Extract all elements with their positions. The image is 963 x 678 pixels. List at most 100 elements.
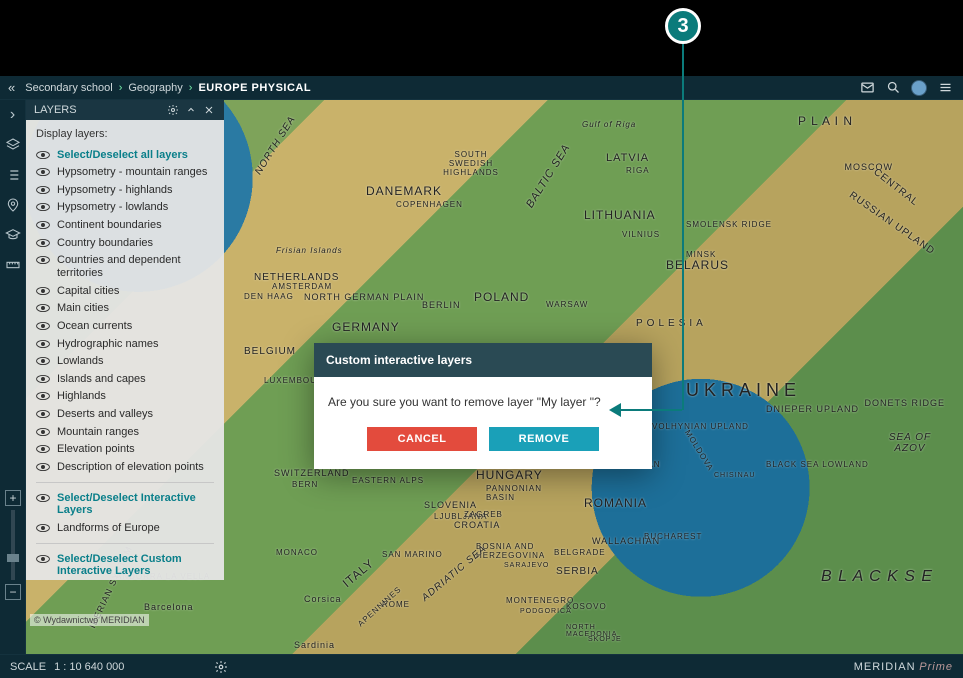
layer-row[interactable]: Hypsometry - highlands — [36, 181, 214, 199]
map-label: RIGA — [626, 166, 650, 175]
close-icon[interactable] — [202, 103, 216, 117]
eye-icon[interactable] — [36, 409, 50, 419]
layer-row[interactable]: Select/Deselect all layers — [36, 146, 214, 164]
breadcrumb-b[interactable]: Geography — [128, 82, 182, 94]
eye-icon[interactable] — [36, 462, 50, 472]
layers-icon[interactable] — [4, 136, 22, 154]
menu-icon[interactable] — [935, 78, 955, 98]
eye-icon[interactable] — [36, 303, 50, 313]
map-label: NORTH GERMAN PLAIN — [304, 292, 424, 302]
layer-row[interactable]: Islands and capes — [36, 370, 214, 388]
pin-icon[interactable] — [4, 196, 22, 214]
eye-icon[interactable] — [36, 321, 50, 331]
map-label: Barcelona — [144, 602, 194, 612]
step-pointer-v — [682, 44, 684, 410]
modal-body: Are you sure you want to remove layer "M… — [314, 377, 652, 417]
confirm-modal: Custom interactive layers Are you sure y… — [314, 343, 652, 469]
expand-icon[interactable] — [184, 103, 198, 117]
layer-row[interactable]: Country boundaries — [36, 234, 214, 252]
step-pointer-h — [617, 409, 682, 411]
layer-row[interactable]: Select/Deselect Interactive Layers — [36, 489, 214, 519]
search-icon[interactable] — [883, 78, 903, 98]
map-label: MOSCOW — [845, 162, 894, 172]
breadcrumb-a[interactable]: Secondary school — [25, 82, 112, 94]
layer-row[interactable]: Capital cities — [36, 282, 214, 300]
eye-icon[interactable] — [36, 493, 50, 503]
layer-row[interactable]: Landforms of Europe — [36, 519, 214, 537]
map-label: DONETS RIDGE — [864, 398, 945, 408]
map-label: KOSOVO — [566, 602, 607, 611]
layer-row[interactable]: Lowlands — [36, 353, 214, 371]
map-label: CENTRAL — [872, 167, 921, 209]
layer-row[interactable]: Select/Deselect Custom Interactive Layer… — [36, 550, 214, 580]
eye-icon[interactable] — [36, 286, 50, 296]
map-label: COPENHAGEN — [396, 200, 463, 209]
layer-row[interactable]: Description of elevation points — [36, 459, 214, 477]
map-label: BLACK SEA LOWLAND — [766, 460, 869, 469]
layer-row[interactable]: Main cities — [36, 300, 214, 318]
map-label: Sardinia — [294, 640, 335, 650]
map-label: Frisian Islands — [276, 246, 343, 255]
eye-icon[interactable] — [36, 444, 50, 454]
map-label: EASTERN ALPS — [352, 476, 424, 485]
layer-row[interactable]: Continent boundaries — [36, 217, 214, 235]
eye-icon[interactable] — [36, 220, 50, 230]
modal-title: Custom interactive layers — [314, 343, 652, 377]
zoom-out-button[interactable]: − — [5, 584, 21, 600]
layer-row[interactable]: Hypsometry - lowlands — [36, 199, 214, 217]
scale-value: 1 : 10 640 000 — [54, 661, 124, 673]
map-label: WALLACHIAN — [592, 536, 660, 546]
layer-label: Ocean currents — [57, 320, 214, 333]
map-label: POLESIA — [636, 318, 707, 329]
layer-row[interactable]: Hypsometry - mountain ranges — [36, 164, 214, 182]
layers-panel: Display layers: Select/Deselect all laye… — [26, 120, 224, 580]
cancel-button[interactable]: CANCEL — [367, 427, 477, 451]
eye-icon[interactable] — [36, 339, 50, 349]
zoom-thumb[interactable] — [7, 554, 19, 562]
remove-button[interactable]: REMOVE — [489, 427, 599, 451]
map-label: VILNIUS — [622, 230, 660, 239]
layer-row[interactable]: Ocean currents — [36, 317, 214, 335]
layer-label: Continent boundaries — [57, 219, 214, 232]
mail-icon[interactable] — [857, 78, 877, 98]
chevron-right-icon[interactable]: › — [4, 106, 22, 124]
layer-row[interactable]: Elevation points — [36, 441, 214, 459]
eye-icon[interactable] — [36, 255, 50, 265]
map-label: MINSK — [686, 250, 716, 259]
map-label: GERMANY — [332, 320, 400, 334]
eye-icon[interactable] — [36, 356, 50, 366]
map-label: ZAGREB — [464, 510, 503, 519]
layer-row[interactable]: Deserts and valleys — [36, 406, 214, 424]
eye-icon[interactable] — [36, 391, 50, 401]
layer-row[interactable]: Mountain ranges — [36, 423, 214, 441]
layer-row[interactable]: Hydrographic names — [36, 335, 214, 353]
layers-heading: Display layers: — [36, 128, 214, 140]
zoom-track[interactable] — [11, 510, 15, 580]
eye-icon[interactable] — [36, 427, 50, 437]
eye-icon[interactable] — [36, 523, 50, 533]
zoom-in-button[interactable]: + — [5, 490, 21, 506]
eye-icon[interactable] — [36, 374, 50, 384]
layer-row[interactable]: Countries and dependent territories — [36, 252, 214, 282]
eye-icon[interactable] — [36, 238, 50, 248]
eye-icon[interactable] — [36, 150, 50, 160]
gear-icon[interactable] — [214, 660, 228, 674]
map-label: HUNGARY — [476, 468, 543, 482]
collapse-icon[interactable]: « — [8, 80, 15, 95]
layer-row[interactable]: Highlands — [36, 388, 214, 406]
avatar-icon[interactable] — [909, 78, 929, 98]
list-icon[interactable] — [4, 166, 22, 184]
step-badge: 3 — [665, 8, 701, 44]
map-label: SAN MARINO — [382, 550, 443, 559]
education-icon[interactable] — [4, 226, 22, 244]
map-label: SMOLENSK RIDGE — [686, 220, 772, 229]
eye-icon[interactable] — [36, 185, 50, 195]
ruler-icon[interactable] — [4, 256, 22, 274]
map-label: BELARUS — [666, 258, 729, 272]
eye-icon[interactable] — [36, 202, 50, 212]
layer-label: Main cities — [57, 302, 214, 315]
gear-icon[interactable] — [166, 103, 180, 117]
eye-icon[interactable] — [36, 167, 50, 177]
eye-icon[interactable] — [36, 554, 50, 564]
step-pointer-arrow — [609, 403, 621, 417]
